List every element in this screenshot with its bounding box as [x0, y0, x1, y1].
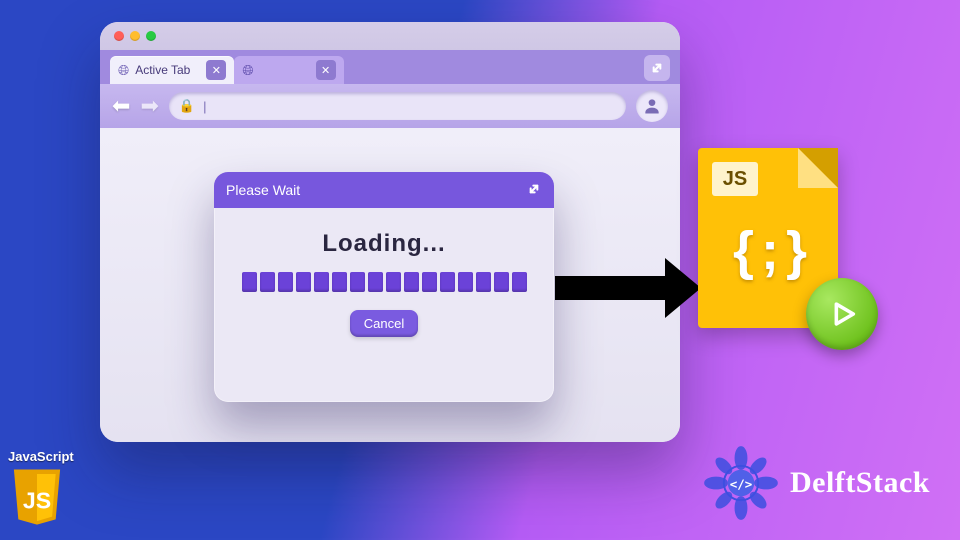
javascript-logo: JavaScript JS	[8, 449, 74, 530]
toolbar: ⬅ ➡ 🔒 |	[100, 84, 680, 128]
cancel-button[interactable]: Cancel	[350, 310, 418, 337]
progress-segment	[494, 272, 509, 292]
forward-button[interactable]: ➡	[140, 93, 158, 119]
progress-segment	[422, 272, 437, 292]
back-button[interactable]: ⬅	[112, 93, 130, 119]
progress-segment	[476, 272, 491, 292]
globe-icon: 🌐︎	[242, 62, 253, 79]
play-button[interactable]	[806, 278, 878, 350]
tab-label: Active Tab	[135, 63, 190, 77]
expand-icon[interactable]	[526, 181, 542, 200]
close-tab-icon[interactable]: ✕	[206, 60, 226, 80]
progress-segment	[368, 272, 383, 292]
address-bar[interactable]: 🔒 |	[169, 92, 626, 120]
progress-segment	[458, 272, 473, 292]
progress-segment	[350, 272, 365, 292]
zoom-dot[interactable]	[146, 31, 156, 41]
window-titlebar	[100, 22, 680, 50]
progress-bar	[236, 272, 532, 292]
dialog-titlebar: Please Wait	[214, 172, 554, 208]
loading-label: Loading...	[236, 230, 532, 258]
progress-segment	[314, 272, 329, 292]
arrow-icon	[555, 258, 701, 318]
dialog-title: Please Wait	[226, 182, 300, 198]
js-file-graphic: JS { ; }	[698, 148, 848, 338]
progress-segment	[332, 272, 347, 292]
progress-segment	[440, 272, 455, 292]
js-badge-text: JS	[23, 488, 51, 514]
lock-icon: 🔒	[179, 98, 195, 114]
code-braces-icon: { ; }	[698, 220, 838, 282]
progress-segment	[296, 272, 311, 292]
tab-active[interactable]: 🌐︎ Active Tab ✕	[110, 56, 234, 84]
svg-text:</>: </>	[730, 476, 753, 491]
close-tab-icon[interactable]: ✕	[316, 60, 336, 80]
address-text: |	[203, 99, 206, 114]
expand-icon[interactable]	[644, 55, 670, 81]
progress-segment	[404, 272, 419, 292]
js-file-badge: JS	[712, 162, 758, 196]
progress-segment	[512, 272, 527, 292]
progress-segment	[242, 272, 257, 292]
javascript-caption: JavaScript	[8, 449, 74, 464]
tab-inactive[interactable]: 🌐︎ ✕	[234, 56, 343, 84]
globe-icon: 🌐︎	[118, 62, 129, 79]
progress-segment	[278, 272, 293, 292]
profile-button[interactable]	[636, 90, 668, 122]
minimize-dot[interactable]	[130, 31, 140, 41]
close-dot[interactable]	[114, 31, 124, 41]
tab-bar: 🌐︎ Active Tab ✕ 🌐︎ ✕	[100, 50, 680, 84]
progress-segment	[260, 272, 275, 292]
delftstack-logo: </> DelftStack	[702, 444, 930, 522]
progress-segment	[386, 272, 401, 292]
loading-dialog: Please Wait Loading... Cancel	[214, 172, 554, 402]
brand-name: DelftStack	[790, 466, 930, 500]
mandala-icon: </>	[702, 444, 780, 522]
